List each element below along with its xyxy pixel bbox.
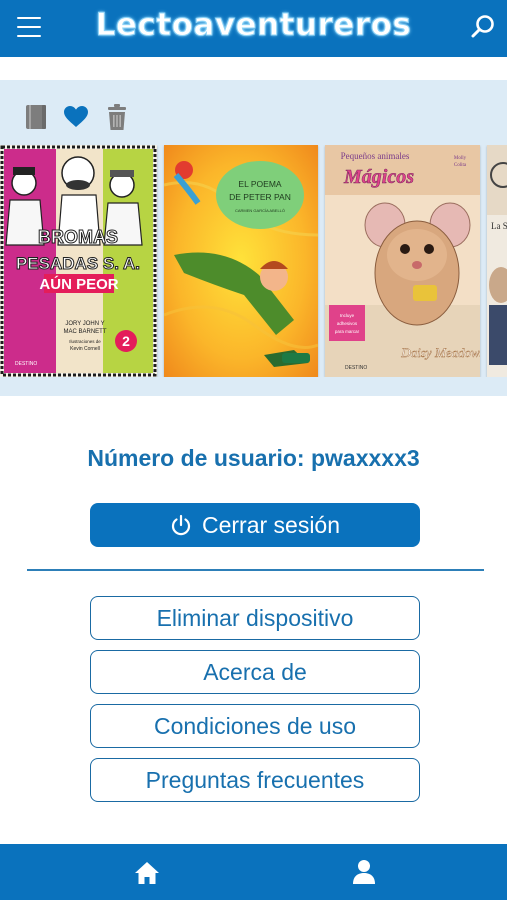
book-cover-bromas-pesadas[interactable]: BROMAS PESADAS S. A. AÚN PEOR JORY JOHN …: [0, 145, 157, 377]
svg-text:Colita: Colita: [454, 163, 467, 168]
svg-text:CARMEN GARCÍA ABELLÓ: CARMEN GARCÍA ABELLÓ: [235, 208, 285, 213]
svg-text:BROMAS: BROMAS: [38, 227, 118, 247]
svg-text:para marcar: para marcar: [335, 329, 360, 334]
app-title: Lectoaventureros: [95, 7, 412, 44]
trash-icon[interactable]: [104, 103, 130, 131]
svg-text:adhesivos: adhesivos: [337, 321, 358, 326]
faq-button[interactable]: Preguntas frecuentes: [90, 758, 420, 802]
svg-text:PESADAS S. A.: PESADAS S. A.: [16, 254, 140, 273]
book-carousel[interactable]: BROMAS PESADAS S. A. AÚN PEOR JORY JOHN …: [0, 145, 507, 377]
svg-text:Daisy Meadows: Daisy Meadows: [400, 345, 480, 360]
book-icon[interactable]: [24, 103, 50, 131]
power-icon: [171, 514, 191, 536]
svg-text:Mágicos: Mágicos: [343, 166, 414, 188]
divider: [27, 569, 484, 571]
svg-text:JORY JOHN Y: JORY JOHN Y: [65, 321, 104, 327]
svg-text:Molly: Molly: [454, 156, 467, 161]
top-app-bar: Lectoaventureros: [0, 0, 507, 57]
svg-text:Kevin Cornell: Kevin Cornell: [70, 346, 100, 352]
delete-device-button[interactable]: Eliminar dispositivo: [90, 596, 420, 640]
book-cover-partial[interactable]: La S: [487, 145, 507, 377]
about-button[interactable]: Acerca de: [90, 650, 420, 694]
svg-text:DE PETER PAN: DE PETER PAN: [229, 192, 291, 202]
logout-button[interactable]: Cerrar sesión: [90, 503, 420, 547]
heart-icon[interactable]: [63, 103, 89, 131]
svg-text:MAC BARNETT: MAC BARNETT: [63, 329, 106, 335]
book-cover-pequenos-animales-magicos[interactable]: Pequeños animales Mágicos Molly Colita I…: [325, 145, 480, 377]
svg-text:Ilustraciones de: Ilustraciones de: [69, 339, 101, 344]
svg-text:DESTINO: DESTINO: [345, 365, 367, 371]
svg-text:Pequeños animales: Pequeños animales: [341, 151, 410, 161]
bottom-navigation: [0, 844, 507, 900]
svg-text:AÚN PEOR: AÚN PEOR: [39, 275, 118, 293]
svg-text:2: 2: [122, 333, 130, 349]
user-number-label: Número de usuario: pwaxxxx3: [87, 445, 420, 471]
user-icon[interactable]: [352, 859, 376, 885]
svg-text:EL POEMA: EL POEMA: [238, 179, 281, 189]
svg-text:Incluye: Incluye: [340, 313, 355, 318]
logout-button-label: Cerrar sesión: [201, 511, 341, 538]
terms-of-use-button[interactable]: Condiciones de uso: [90, 704, 420, 748]
book-cover-peter-pan[interactable]: EL POEMA DE PETER PAN CARMEN GARCÍA ABEL…: [164, 145, 318, 377]
bookshelf-panel: BROMAS PESADAS S. A. AÚN PEOR JORY JOHN …: [0, 80, 507, 396]
svg-text:DESTINO: DESTINO: [15, 361, 37, 367]
home-icon[interactable]: [134, 861, 160, 885]
search-icon[interactable]: [470, 14, 496, 40]
svg-text:La S: La S: [491, 221, 507, 231]
